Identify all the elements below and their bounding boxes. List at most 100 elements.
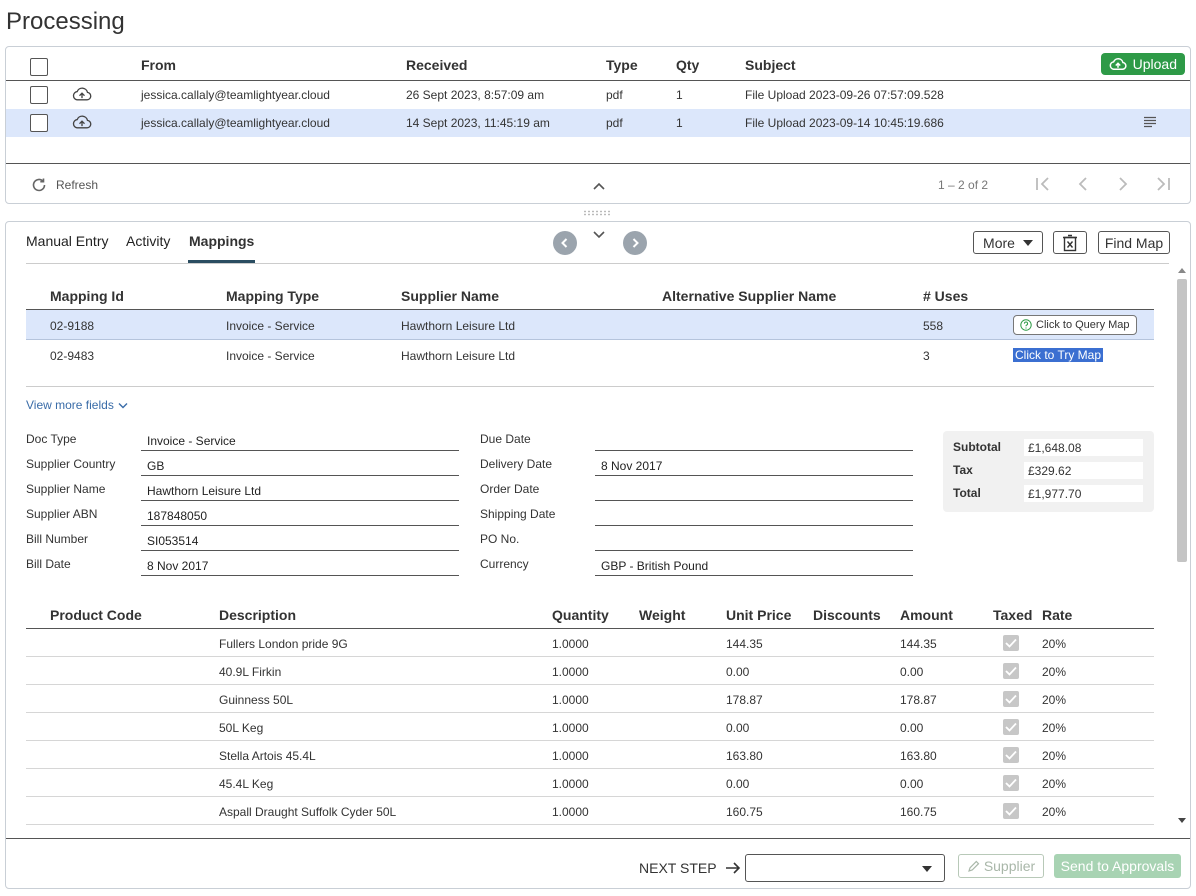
line-item-row[interactable]: Aspall Draught Suffolk Cyder 50L 1.0000 … [26,797,1154,825]
chevron-right-icon [632,238,639,248]
taxed-checkbox[interactable] [1003,635,1019,651]
next-step-select[interactable] [745,854,945,882]
caret-down-icon [922,866,932,872]
tax-label: Tax [953,463,973,477]
taxed-checkbox[interactable] [1003,691,1019,707]
col-discounts[interactable]: Discounts [813,607,881,623]
taxed-checkbox[interactable] [1003,803,1019,819]
mapping-id: 02-9188 [50,319,95,333]
totals-box: Subtotal £1,648.08 Tax £329.62 Total £1,… [943,431,1154,512]
tab-manual-entry[interactable]: Manual Entry [26,233,108,249]
previous-document-button[interactable] [553,231,577,255]
subtotal-value[interactable]: £1,648.08 [1024,439,1143,456]
supplier-country-field[interactable]: GB [141,455,459,476]
col-from[interactable]: From [141,57,176,73]
mappings-end-rule [26,386,1154,387]
try-map-link[interactable]: Click to Try Map [1013,348,1104,362]
scroll-thumb[interactable] [1177,279,1187,562]
taxed-checkbox[interactable] [1003,719,1019,735]
view-more-fields-link[interactable]: View more fields [26,398,128,412]
col-alt-supplier-name[interactable]: Alternative Supplier Name [662,288,836,304]
find-map-button[interactable]: Find Map [1098,231,1170,254]
bill-number-field[interactable]: SI053514 [141,530,459,551]
next-page-icon[interactable] [1113,174,1133,194]
lines-menu-icon[interactable] [1143,116,1157,128]
prev-page-icon[interactable] [1073,174,1093,194]
expand-down-icon[interactable] [592,230,606,240]
taxed-checkbox[interactable] [1003,663,1019,679]
send-to-approvals-button[interactable]: Send to Approvals [1054,854,1181,878]
bill-date-field[interactable]: 8 Nov 2017 [141,555,459,576]
col-rate[interactable]: Rate [1042,607,1072,623]
tax-value[interactable]: £329.62 [1024,462,1143,479]
line-item-row[interactable]: Stella Artois 45.4L 1.0000 163.80 163.80… [26,741,1154,769]
row-checkbox[interactable] [30,114,48,132]
view-more-label: View more fields [26,398,114,412]
help-circle-icon [1020,319,1032,331]
doc-type-field[interactable]: Invoice - Service [141,430,459,451]
order-date-field[interactable] [595,480,913,501]
col-mapping-type[interactable]: Mapping Type [226,288,319,304]
delete-button[interactable] [1053,231,1087,254]
inbox-row[interactable]: jessica.callaly@teamlightyear.cloud 26 S… [6,81,1190,109]
col-type[interactable]: Type [606,57,638,73]
mapping-row[interactable]: 02-9483 Invoice - Service Hawthorn Leisu… [26,340,1154,370]
col-uses[interactable]: # Uses [923,288,968,304]
line-item-row[interactable]: 50L Keg 1.0000 0.00 0.00 20% [26,713,1154,741]
tab-mappings[interactable]: Mappings [189,233,254,249]
total-value[interactable]: £1,977.70 [1024,485,1143,502]
col-received[interactable]: Received [406,57,467,73]
scrollbar[interactable] [1175,264,1189,829]
delivery-date-field[interactable]: 8 Nov 2017 [595,455,913,476]
refresh-label: Refresh [56,178,99,192]
col-subject[interactable]: Subject [745,57,796,73]
inbox-panel: From Received Type Qty Subject Upload je… [5,46,1191,204]
col-taxed[interactable]: Taxed [993,607,1032,623]
resize-handle[interactable] [583,210,613,216]
collapse-up-icon[interactable] [592,181,606,191]
col-mapping-id[interactable]: Mapping Id [50,288,124,304]
col-unit-price[interactable]: Unit Price [726,607,791,623]
currency-field[interactable]: GBP - British Pound [595,555,913,576]
po-number-field[interactable] [595,530,913,551]
shipping-date-field[interactable] [595,505,913,526]
refresh-button[interactable]: Refresh [30,176,98,194]
line-item-row[interactable]: Guinness 50L 1.0000 178.87 178.87 20% [26,685,1154,713]
col-amount[interactable]: Amount [900,607,953,623]
supplier-abn-field[interactable]: 187848050 [141,505,459,526]
more-dropdown-button[interactable]: More [973,231,1043,254]
col-product-code[interactable]: Product Code [50,607,142,623]
upload-button[interactable]: Upload [1100,53,1185,75]
taxed-checkbox[interactable] [1003,747,1019,763]
line-item-row[interactable]: 45.4L Keg 1.0000 0.00 0.00 20% [26,769,1154,797]
next-document-button[interactable] [623,231,647,255]
col-description[interactable]: Description [219,607,296,623]
supplier-name-field[interactable]: Hawthorn Leisure Ltd [141,480,459,501]
col-quantity[interactable]: Quantity [552,607,609,623]
line-quantity: 1.0000 [552,665,589,679]
next-step-label: NEXT STEP [639,860,741,876]
line-unit-price: 163.80 [726,749,763,763]
line-item-row[interactable]: 40.9L Firkin 1.0000 0.00 0.00 20% [26,657,1154,685]
scroll-up-arrow-icon[interactable] [1178,267,1186,273]
inbox-row-selected[interactable]: jessica.callaly@teamlightyear.cloud 14 S… [6,109,1190,137]
mapping-row-selected[interactable]: 02-9188 Invoice - Service Hawthorn Leisu… [26,310,1154,340]
scroll-down-arrow-icon[interactable] [1178,818,1186,824]
mapping-supplier: Hawthorn Leisure Ltd [401,319,516,333]
select-all-checkbox[interactable] [30,58,48,76]
line-description: Fullers London pride 9G [219,637,348,651]
last-page-icon[interactable] [1153,174,1173,194]
due-date-field[interactable] [595,430,913,451]
line-item-row[interactable]: Fullers London pride 9G 1.0000 144.35 14… [26,629,1154,657]
col-weight[interactable]: Weight [639,607,685,623]
supplier-button[interactable]: Supplier [958,854,1044,878]
tab-activity[interactable]: Activity [126,233,170,249]
line-description: 45.4L Keg [219,777,274,791]
col-supplier-name[interactable]: Supplier Name [401,288,499,304]
mapping-uses: 3 [923,349,930,363]
taxed-checkbox[interactable] [1003,775,1019,791]
first-page-icon[interactable] [1033,174,1053,194]
row-checkbox[interactable] [30,86,48,104]
col-qty[interactable]: Qty [676,57,699,73]
query-map-button[interactable]: Click to Query Map [1013,315,1137,335]
